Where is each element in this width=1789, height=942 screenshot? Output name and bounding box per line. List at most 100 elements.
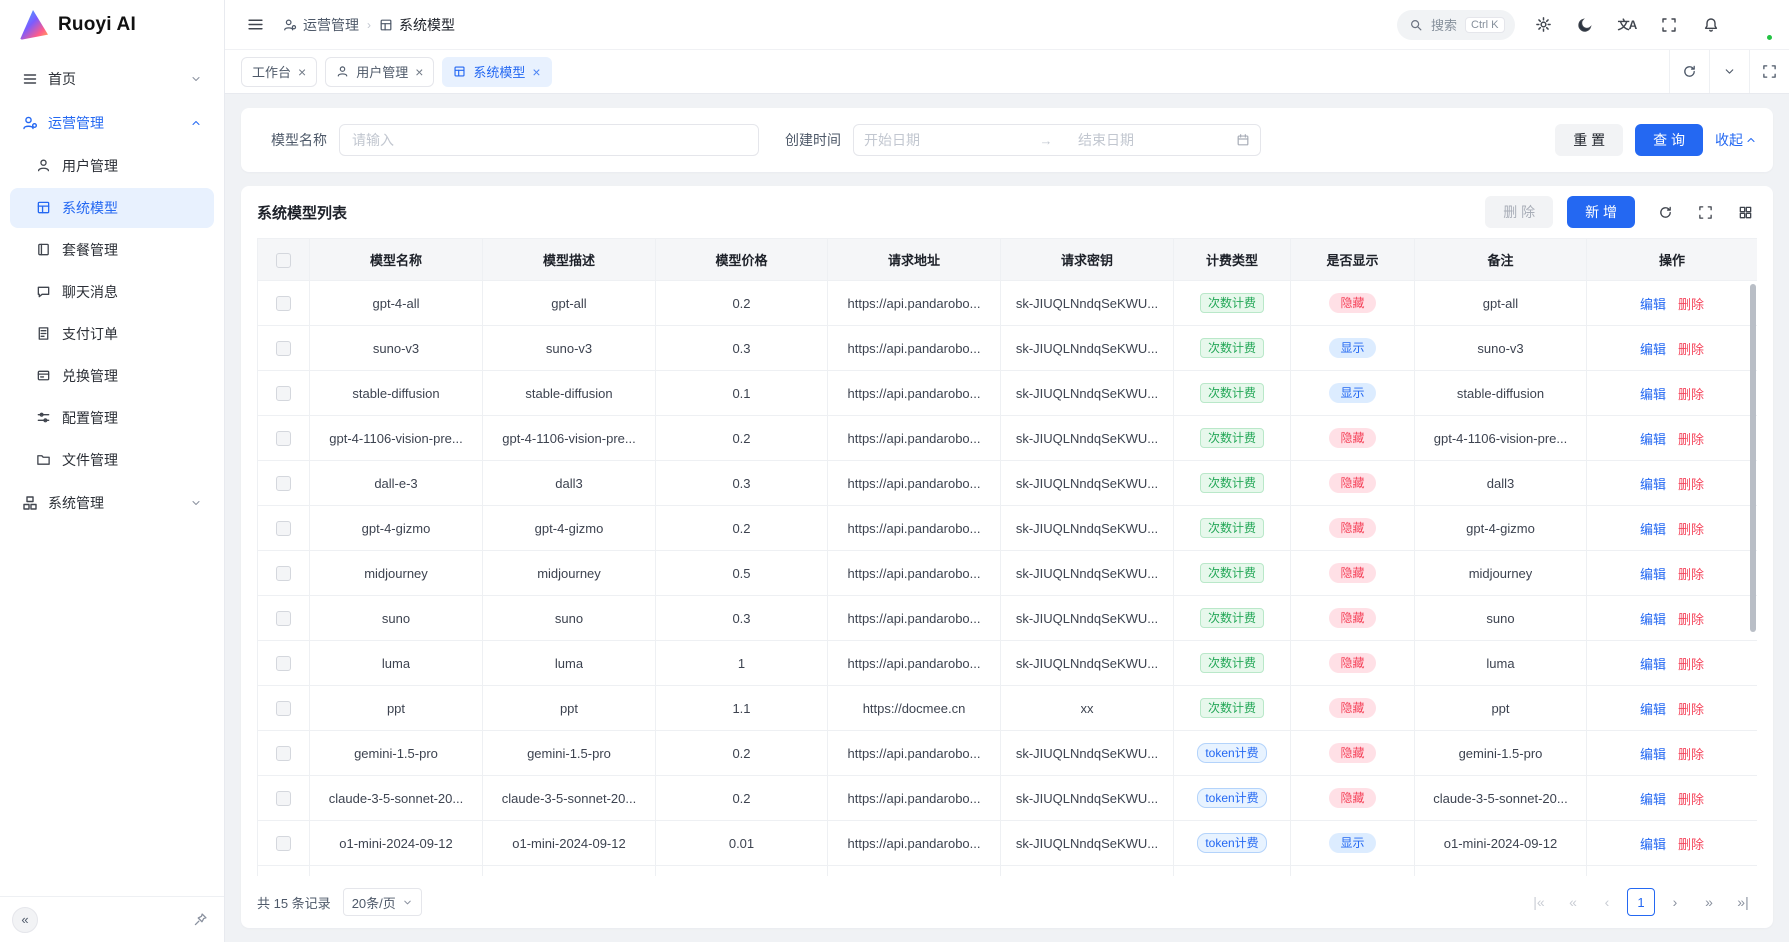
tab-menu-chevron-icon[interactable]	[1709, 50, 1749, 93]
add-button[interactable]: 新 增	[1567, 196, 1635, 228]
row-checkbox[interactable]	[276, 341, 291, 356]
vertical-scrollbar[interactable]	[1750, 284, 1756, 632]
edit-link[interactable]: 编辑	[1640, 432, 1666, 447]
hamburger-menu-icon[interactable]	[241, 11, 269, 39]
edit-link[interactable]: 编辑	[1640, 702, 1666, 717]
delete-link[interactable]: 删除	[1678, 342, 1704, 357]
next-group-button[interactable]: »	[1695, 888, 1723, 916]
first-page-button[interactable]: |«	[1525, 888, 1553, 916]
row-checkbox[interactable]	[276, 476, 291, 491]
edit-link[interactable]: 编辑	[1640, 747, 1666, 762]
row-checkbox[interactable]	[276, 701, 291, 716]
current-page-button[interactable]: 1	[1627, 888, 1655, 916]
create-time-range-picker[interactable]: →	[853, 124, 1261, 156]
delete-link[interactable]: 删除	[1678, 477, 1704, 492]
edit-link[interactable]: 编辑	[1640, 522, 1666, 537]
page-content: 模型名称 创建时间 → 重 置 查 询 收起	[225, 94, 1789, 942]
delete-link[interactable]: 删除	[1678, 702, 1704, 717]
edit-link[interactable]: 编辑	[1640, 612, 1666, 627]
sidebar-item-system-management[interactable]: 系统管理	[10, 482, 214, 524]
cell-model-name: gemini-1.5-pro	[310, 731, 483, 776]
last-page-button[interactable]: »|	[1729, 888, 1757, 916]
sidebar-item-config-management[interactable]: 配置管理	[10, 398, 214, 438]
delete-link[interactable]: 删除	[1678, 522, 1704, 537]
query-button[interactable]: 查 询	[1635, 124, 1703, 156]
model-name-input[interactable]	[339, 124, 759, 156]
column-settings-icon[interactable]	[1733, 200, 1757, 224]
row-checkbox[interactable]	[276, 611, 291, 626]
pin-sidebar-icon[interactable]	[188, 908, 212, 932]
row-checkbox[interactable]	[276, 521, 291, 536]
edit-link[interactable]: 编辑	[1640, 657, 1666, 672]
edit-link[interactable]: 编辑	[1640, 387, 1666, 402]
sidebar-item-payment-orders[interactable]: 支付订单	[10, 314, 214, 354]
delete-link[interactable]: 删除	[1678, 837, 1704, 852]
batch-delete-button[interactable]: 删 除	[1485, 196, 1553, 228]
collapse-filter-link[interactable]: 收起	[1715, 130, 1757, 150]
row-checkbox[interactable]	[276, 836, 291, 851]
select-all-checkbox[interactable]	[276, 253, 291, 268]
model-list-panel: 系统模型列表 删 除 新 增	[241, 186, 1773, 928]
content-fullscreen-icon[interactable]	[1749, 50, 1789, 93]
user-avatar[interactable]	[1741, 9, 1773, 41]
delete-link[interactable]: 删除	[1678, 432, 1704, 447]
notifications-bell-icon[interactable]	[1697, 11, 1725, 39]
translate-icon[interactable]: 文A	[1613, 11, 1641, 39]
row-checkbox[interactable]	[276, 746, 291, 761]
delete-link[interactable]: 删除	[1678, 612, 1704, 627]
sidebar-item-user-management[interactable]: 用户管理	[10, 146, 214, 186]
global-search[interactable]: 搜索 Ctrl K	[1397, 10, 1515, 40]
edit-link[interactable]: 编辑	[1640, 297, 1666, 312]
edit-link[interactable]: 编辑	[1640, 567, 1666, 582]
sidebar-item-system-model[interactable]: 系统模型	[10, 188, 214, 228]
close-icon[interactable]: ×	[532, 65, 540, 79]
row-checkbox[interactable]	[276, 431, 291, 446]
page-size-select[interactable]: 20条/页	[343, 888, 422, 916]
edit-link[interactable]: 编辑	[1640, 477, 1666, 492]
breadcrumb-item-operations[interactable]: 运营管理	[283, 15, 359, 35]
row-checkbox[interactable]	[276, 791, 291, 806]
delete-link[interactable]: 删除	[1678, 657, 1704, 672]
sidebar-item-operations[interactable]: 运营管理	[10, 102, 214, 144]
sidebar-item-chat-messages[interactable]: 聊天消息	[10, 272, 214, 312]
close-icon[interactable]: ×	[298, 65, 306, 79]
end-date-input[interactable]	[1078, 132, 1228, 148]
row-checkbox[interactable]	[276, 386, 291, 401]
close-icon[interactable]: ×	[415, 65, 423, 79]
edit-link[interactable]: 编辑	[1640, 342, 1666, 357]
tab-user-management[interactable]: 用户管理 ×	[325, 57, 434, 87]
table-fullscreen-icon[interactable]	[1693, 200, 1717, 224]
refresh-table-icon[interactable]	[1653, 200, 1677, 224]
tab-system-model[interactable]: 系统模型 ×	[442, 57, 551, 87]
delete-link[interactable]: 删除	[1678, 297, 1704, 312]
delete-link[interactable]: 删除	[1678, 567, 1704, 582]
delete-link[interactable]: 删除	[1678, 792, 1704, 807]
sidebar-item-file-management[interactable]: 文件管理	[10, 440, 214, 480]
edit-link[interactable]: 编辑	[1640, 837, 1666, 852]
collapse-sidebar-button[interactable]: «	[12, 907, 38, 933]
start-date-input[interactable]	[864, 132, 1014, 148]
sidebar-item-exchange-management[interactable]: 兑换管理	[10, 356, 214, 396]
cell-remark: stable-diffusion	[1415, 371, 1587, 416]
delete-link[interactable]: 删除	[1678, 387, 1704, 402]
prev-page-button[interactable]: ‹	[1593, 888, 1621, 916]
delete-link[interactable]: 删除	[1678, 747, 1704, 762]
row-checkbox[interactable]	[276, 296, 291, 311]
table-row: gpt-4-gizmo gpt-4-gizmo 0.2 https://api.…	[258, 506, 1758, 551]
sidebar-item-home[interactable]: 首页	[10, 58, 214, 100]
cell-request-url: https://api.pandarobo...	[828, 596, 1001, 641]
chevron-up-icon	[1745, 134, 1757, 146]
reset-button[interactable]: 重 置	[1555, 124, 1623, 156]
dark-mode-moon-icon[interactable]	[1571, 11, 1599, 39]
settings-gear-icon[interactable]	[1529, 11, 1557, 39]
refresh-tab-icon[interactable]	[1669, 50, 1709, 93]
fullscreen-icon[interactable]	[1655, 11, 1683, 39]
prev-group-button[interactable]: «	[1559, 888, 1587, 916]
sidebar-item-package-management[interactable]: 套餐管理	[10, 230, 214, 270]
next-page-button[interactable]: ›	[1661, 888, 1689, 916]
tab-workbench[interactable]: 工作台 ×	[241, 57, 317, 87]
row-checkbox[interactable]	[276, 566, 291, 581]
row-checkbox[interactable]	[276, 656, 291, 671]
edit-link[interactable]: 编辑	[1640, 792, 1666, 807]
breadcrumb-item-system-model[interactable]: 系统模型	[379, 15, 455, 35]
